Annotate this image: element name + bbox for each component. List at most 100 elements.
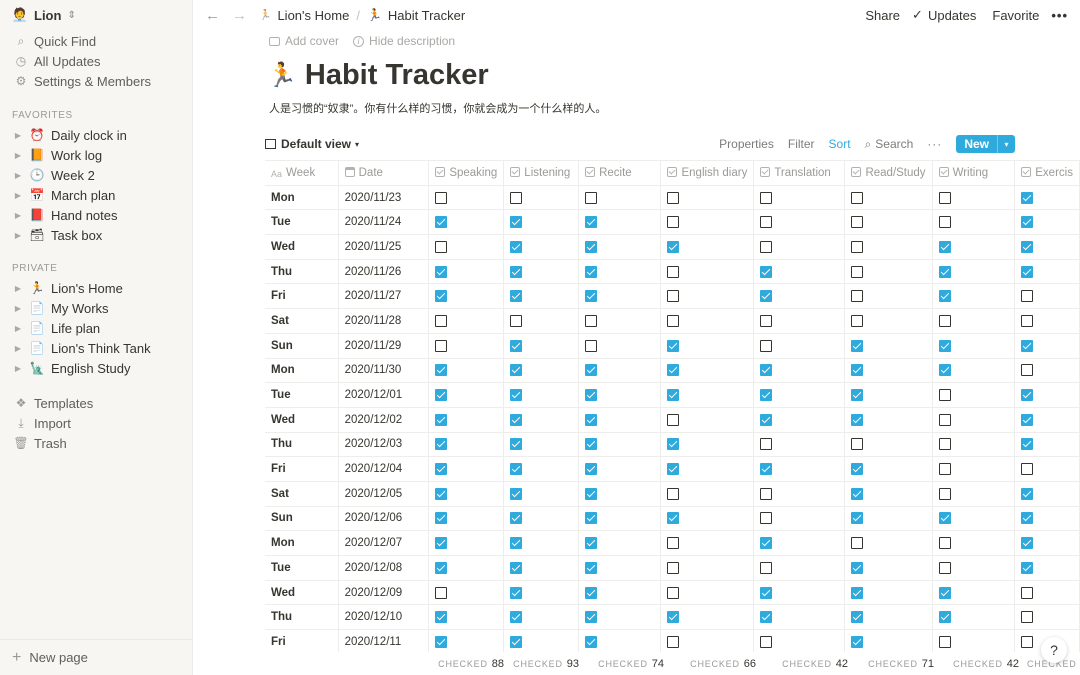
unchecked-checkbox[interactable] (851, 265, 864, 278)
table-row[interactable]: Wed 2020/11/25 (265, 234, 1080, 260)
column-header-recite[interactable]: Recite (578, 160, 662, 186)
unchecked-checkbox[interactable] (938, 389, 951, 402)
unchecked-checkbox[interactable] (851, 240, 864, 253)
unchecked-checkbox[interactable] (510, 191, 523, 204)
checked-checkbox[interactable] (851, 635, 864, 648)
page-description[interactable]: 人是习惯的“奴隶”。你有什么样的习惯，你就会成为一个什么样的人。 (265, 100, 1080, 116)
checked-checkbox[interactable] (585, 438, 598, 451)
expand-toggle-icon[interactable]: ▶ (12, 304, 24, 313)
checked-checkbox[interactable] (585, 635, 598, 648)
week-cell[interactable]: Sat (265, 308, 339, 334)
sidebar-page-my-works[interactable]: ▶ 📄 My Works (0, 298, 192, 318)
checked-checkbox[interactable] (435, 611, 448, 624)
week-cell[interactable]: Fri (265, 456, 339, 482)
unchecked-checkbox[interactable] (667, 413, 680, 426)
date-cell[interactable]: 2020/12/11 (338, 629, 430, 652)
unchecked-checkbox[interactable] (585, 339, 598, 352)
checked-checkbox[interactable] (1021, 389, 1034, 402)
week-cell[interactable]: Mon (265, 530, 339, 556)
unchecked-checkbox[interactable] (667, 487, 680, 500)
week-cell[interactable]: Wed (265, 234, 339, 260)
date-cell[interactable]: 2020/12/10 (338, 604, 430, 631)
workspace-switcher[interactable]: 🧑‍💼 Lion ⇕ (0, 1, 192, 29)
week-cell[interactable]: Mon (265, 185, 339, 211)
view-more-button[interactable]: ··· (927, 137, 942, 151)
checked-checkbox[interactable] (667, 240, 680, 253)
unchecked-checkbox[interactable] (585, 314, 598, 327)
unchecked-checkbox[interactable] (938, 191, 951, 204)
checked-checkbox[interactable] (510, 413, 523, 426)
week-cell[interactable]: Thu (265, 604, 339, 631)
unchecked-checkbox[interactable] (435, 586, 448, 599)
week-cell[interactable]: Wed (265, 407, 339, 433)
unchecked-checkbox[interactable] (851, 216, 864, 229)
unchecked-checkbox[interactable] (938, 413, 951, 426)
unchecked-checkbox[interactable] (760, 240, 773, 253)
sidebar-item-settings-members[interactable]: ⚙ Settings & Members (0, 71, 192, 91)
checked-checkbox[interactable] (510, 364, 523, 377)
unchecked-checkbox[interactable] (667, 561, 680, 574)
checked-checkbox[interactable] (851, 561, 864, 574)
chevron-down-icon[interactable]: ▾ (997, 135, 1015, 153)
checked-checkbox[interactable] (760, 611, 773, 624)
sidebar-page-daily-clock-in[interactable]: ▶ ⏰ Daily clock in (0, 125, 192, 145)
checked-checkbox[interactable] (1021, 512, 1034, 525)
checked-checkbox[interactable] (435, 216, 448, 229)
checked-count-recite[interactable]: CHECKED 74 (587, 658, 664, 670)
checked-checkbox[interactable] (585, 364, 598, 377)
sidebar-item-import[interactable]: ⤓ Import (0, 413, 192, 433)
table-row[interactable]: Sat 2020/11/28 (265, 308, 1080, 334)
sidebar-page-english-study[interactable]: ▶ 🗽 English Study (0, 358, 192, 378)
checked-count-read[interactable]: CHECKED 71 (856, 658, 934, 670)
checked-checkbox[interactable] (435, 463, 448, 476)
filter-button[interactable]: Filter (788, 137, 815, 151)
date-cell[interactable]: 2020/11/28 (338, 308, 430, 334)
checked-checkbox[interactable] (851, 586, 864, 599)
unchecked-checkbox[interactable] (435, 191, 448, 204)
table-row[interactable]: Fri 2020/12/04 (265, 456, 1080, 482)
table-row[interactable]: Mon 2020/11/23 (265, 185, 1080, 211)
unchecked-checkbox[interactable] (760, 561, 773, 574)
checked-checkbox[interactable] (938, 290, 951, 303)
checked-checkbox[interactable] (435, 290, 448, 303)
unchecked-checkbox[interactable] (938, 438, 951, 451)
week-cell[interactable]: Tue (265, 209, 339, 236)
week-cell[interactable]: Fri (265, 283, 339, 310)
table-row[interactable]: Thu 2020/11/26 (265, 259, 1080, 285)
unchecked-checkbox[interactable] (851, 290, 864, 303)
checked-checkbox[interactable] (435, 413, 448, 426)
unchecked-checkbox[interactable] (760, 216, 773, 229)
checked-checkbox[interactable] (760, 389, 773, 402)
unchecked-checkbox[interactable] (667, 191, 680, 204)
date-cell[interactable]: 2020/11/25 (338, 234, 430, 260)
checked-checkbox[interactable] (938, 339, 951, 352)
sidebar-page-hand-notes[interactable]: ▶ 📕 Hand notes (0, 205, 192, 225)
checked-checkbox[interactable] (585, 290, 598, 303)
favorite-button[interactable]: Favorite (992, 8, 1039, 23)
checked-checkbox[interactable] (585, 537, 598, 550)
column-header-listening[interactable]: Listening (503, 160, 580, 186)
new-record-button[interactable]: New ▾ (956, 135, 1015, 153)
table-row[interactable]: Mon 2020/12/07 (265, 530, 1080, 556)
sidebar-item-all-updates[interactable]: ◷ All Updates (0, 51, 192, 71)
checked-checkbox[interactable] (760, 537, 773, 550)
checked-checkbox[interactable] (667, 611, 680, 624)
table-row[interactable]: Tue 2020/12/08 (265, 555, 1080, 581)
checked-count-translation[interactable]: CHECKED 42 (764, 658, 848, 670)
date-cell[interactable]: 2020/12/09 (338, 580, 430, 606)
unchecked-checkbox[interactable] (851, 191, 864, 204)
sidebar-page-march-plan[interactable]: ▶ 📅 March plan (0, 185, 192, 205)
expand-toggle-icon[interactable]: ▶ (12, 191, 24, 200)
checked-checkbox[interactable] (1021, 191, 1034, 204)
table-row[interactable]: Sun 2020/12/06 (265, 506, 1080, 532)
checked-checkbox[interactable] (1021, 339, 1034, 352)
checked-checkbox[interactable] (851, 512, 864, 525)
checked-checkbox[interactable] (938, 240, 951, 253)
checked-checkbox[interactable] (510, 586, 523, 599)
checked-checkbox[interactable] (585, 265, 598, 278)
date-cell[interactable]: 2020/11/30 (338, 358, 430, 384)
checked-checkbox[interactable] (510, 561, 523, 574)
checked-checkbox[interactable] (585, 463, 598, 476)
checked-checkbox[interactable] (510, 389, 523, 402)
checked-checkbox[interactable] (510, 290, 523, 303)
